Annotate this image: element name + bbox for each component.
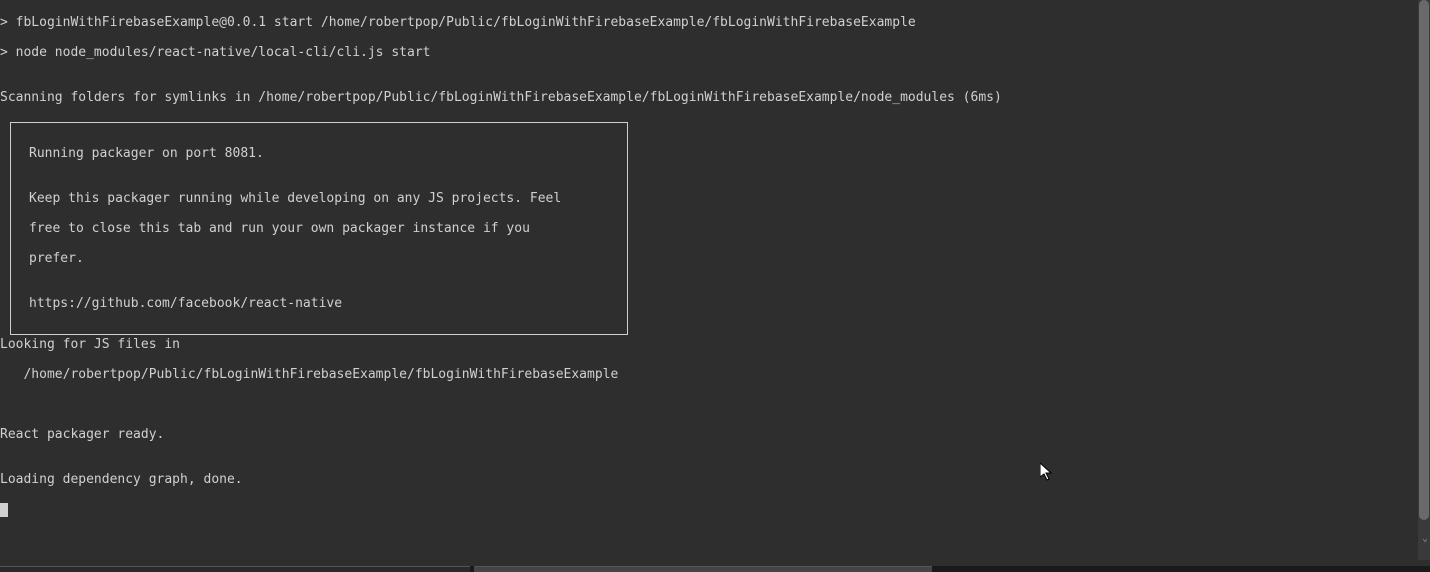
scroll-down-icon[interactable]: ⌄ [1422, 531, 1428, 546]
output-line: Looking for JS files in [0, 337, 1418, 352]
scrollbar-track[interactable]: ⌄ [1418, 0, 1430, 560]
output-line: > fbLoginWithFirebaseExample@0.0.1 start… [0, 15, 1418, 30]
box-line: prefer. [29, 251, 609, 266]
output-line: > node node_modules/react-native/local-c… [0, 45, 1418, 60]
output-line: /home/robertpop/Public/fbLoginWithFireba… [0, 367, 1418, 382]
box-line: Running packager on port 8081. [29, 146, 609, 161]
cursor-line [0, 502, 1418, 517]
taskbar-item[interactable] [474, 566, 932, 572]
box-line: free to close this tab and run your own … [29, 221, 609, 236]
output-line: Loading dependency graph, done. [0, 472, 1418, 487]
terminal-cursor [0, 503, 8, 517]
taskbar-item[interactable] [0, 566, 470, 572]
box-line: Keep this packager running while develop… [29, 191, 609, 206]
packager-info-box: Running packager on port 8081. Keep this… [10, 122, 628, 335]
output-line: Scanning folders for symlinks in /home/r… [0, 90, 1418, 105]
terminal-output[interactable]: > fbLoginWithFirebaseExample@0.0.1 start… [0, 0, 1418, 560]
box-line: https://github.com/facebook/react-native [29, 296, 609, 311]
taskbar [0, 566, 1430, 572]
scrollbar-thumb[interactable] [1419, 0, 1429, 520]
output-line: React packager ready. [0, 427, 1418, 442]
